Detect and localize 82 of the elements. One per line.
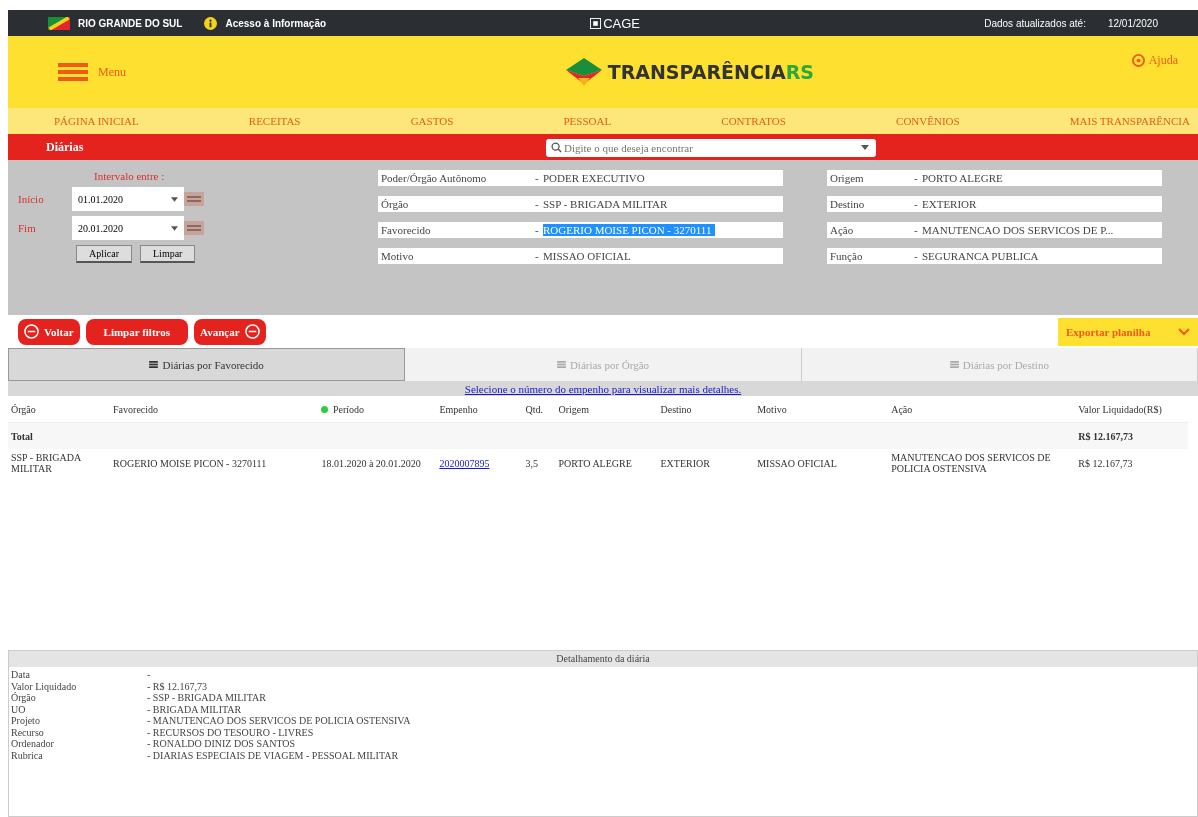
forward-button[interactable]: Avançar	[194, 318, 266, 345]
table-cell: MISSAO OFICIAL	[754, 449, 889, 477]
table-cell: ROGERIO MOISE PICON - 3270111	[110, 449, 319, 477]
detail-label: Órgão	[11, 692, 37, 704]
end-date-field[interactable]: 20.01.2020	[72, 216, 184, 240]
tab[interactable]: Diárias por Favorecido	[8, 348, 406, 381]
start-label: Início	[18, 193, 45, 205]
search-field[interactable]: Digite o que deseja encontrar	[546, 139, 876, 157]
clear-filters-button[interactable]: Limpar filtros	[85, 318, 189, 345]
filter-field[interactable]: Órgão - SSP - BRIGADA MILITAR	[378, 196, 783, 212]
column-header[interactable]: Motivo	[754, 396, 889, 423]
detail-label: Recurso	[11, 726, 45, 738]
detail-label: Rubrica	[11, 749, 44, 761]
filter-field[interactable]: Função - SEGURANCA PUBLICA	[827, 248, 1162, 264]
column-header[interactable]: Período	[318, 396, 437, 423]
column-header[interactable]: Órgão	[8, 396, 111, 423]
flag-icon	[48, 16, 70, 30]
date-legend: Intervalo entre :	[94, 170, 378, 182]
table-cell: PORTO ALEGRE	[555, 449, 658, 477]
list-icon	[949, 361, 959, 368]
detail-label: Projeto	[11, 715, 41, 727]
search-icon	[551, 141, 562, 153]
detail-value: - MANUTENCAO DOS SERVICOS DE POLICIA OSTENSIVA	[147, 715, 411, 727]
clear-button[interactable]: Limpar	[140, 245, 196, 263]
info-icon	[204, 16, 218, 30]
detail-value: -	[147, 669, 151, 681]
detail-value: - DIARIAS ESPECIAIS DE VIAGEM - PESSOAL MILITAR	[147, 749, 399, 761]
end-label: Fim	[18, 222, 37, 234]
state-link[interactable]: RIO GRANDE DO SUL	[78, 17, 183, 29]
back-button[interactable]: Voltar	[18, 318, 80, 345]
detail-value: - RECURSOS DO TESOURO - LIVRES	[147, 726, 314, 738]
table-cell: EXTERIOR	[657, 449, 755, 477]
filter-field[interactable]: Origem - PORTO ALEGRE	[827, 170, 1162, 186]
table-cell: 18.01.2020 à 20.01.2020	[318, 449, 437, 477]
commitment-link[interactable]: 2020007895	[439, 457, 490, 469]
total-value: R$ 12.167,73	[1075, 422, 1188, 449]
detail-label: Data	[11, 669, 31, 681]
detail-label: Ordenador	[11, 738, 55, 750]
table-cell: MANUTENCAO DOS SERVICOS DE POLICIA OSTENSIVA	[888, 449, 1076, 477]
caret-icon	[171, 225, 178, 231]
updated-label: Dados atualizados até:	[984, 17, 1086, 29]
table-cell: SSP - BRIGADA MILITAR	[8, 449, 111, 477]
calendar-icon[interactable]	[184, 192, 204, 206]
column-header[interactable]: Favorecido	[110, 396, 319, 423]
detail-value: - BRIGADA MILITAR	[147, 703, 242, 715]
access-link[interactable]: Acesso à Informação	[225, 17, 327, 29]
apply-button[interactable]: Aplicar	[76, 245, 132, 263]
details-header: Detalhamento da diária	[9, 651, 1197, 667]
start-date-field[interactable]: 01.01.2020	[72, 187, 184, 211]
column-header[interactable]: Valor Liquidado(R$)	[1075, 396, 1188, 423]
cage-icon	[590, 17, 602, 29]
logo-text: TRANSPARÊNCIARS	[607, 61, 814, 83]
caret-icon	[171, 196, 178, 202]
column-header[interactable]: Ação	[888, 396, 1076, 423]
total-label: Total	[8, 422, 111, 449]
detail-value: - RONALDO DINIZ DOS SANTOS	[147, 738, 296, 750]
dropdown-icon	[861, 144, 869, 150]
column-header[interactable]: Empenho	[436, 396, 523, 423]
section-title: Diárias	[46, 139, 85, 155]
filter-field[interactable]: Motivo - MISSAO OFICIAL	[378, 248, 783, 264]
cage-logo[interactable]: CAGE	[603, 15, 641, 31]
filter-field[interactable]: Poder/Órgão Autônomo - PODER EXECUTIVO	[378, 170, 783, 186]
menu-icon	[58, 63, 88, 81]
sort-dot-icon	[321, 405, 329, 413]
filter-field[interactable]: Destino - EXTERIOR	[827, 196, 1162, 212]
table-cell: R$ 12.167,73	[1075, 449, 1188, 477]
detail-label: UO	[11, 703, 27, 715]
detail-label: Valor Liquidado	[11, 680, 78, 692]
list-icon	[149, 361, 159, 368]
detail-value: - SSP - BRIGADA MILITAR	[147, 692, 266, 704]
updated-date: 12/01/2020	[1107, 17, 1158, 29]
filter-field[interactable]: Favorecido - ROGERIO MOISE PICON - 3270111	[378, 222, 783, 238]
calendar-icon[interactable]	[184, 221, 204, 235]
list-icon	[556, 361, 566, 368]
filter-field[interactable]: Ação - MANUTENCAO DOS SERVICOS DE P...	[827, 222, 1162, 238]
column-header[interactable]: Destino	[657, 396, 755, 423]
table-cell: 3,5	[522, 449, 556, 477]
column-header[interactable]: Qtd.	[522, 396, 556, 423]
help-icon	[1131, 54, 1145, 67]
column-header[interactable]: Origem	[555, 396, 658, 423]
detail-value: - R$ 12.167,73	[147, 680, 207, 692]
chevron-icon	[1178, 327, 1190, 336]
